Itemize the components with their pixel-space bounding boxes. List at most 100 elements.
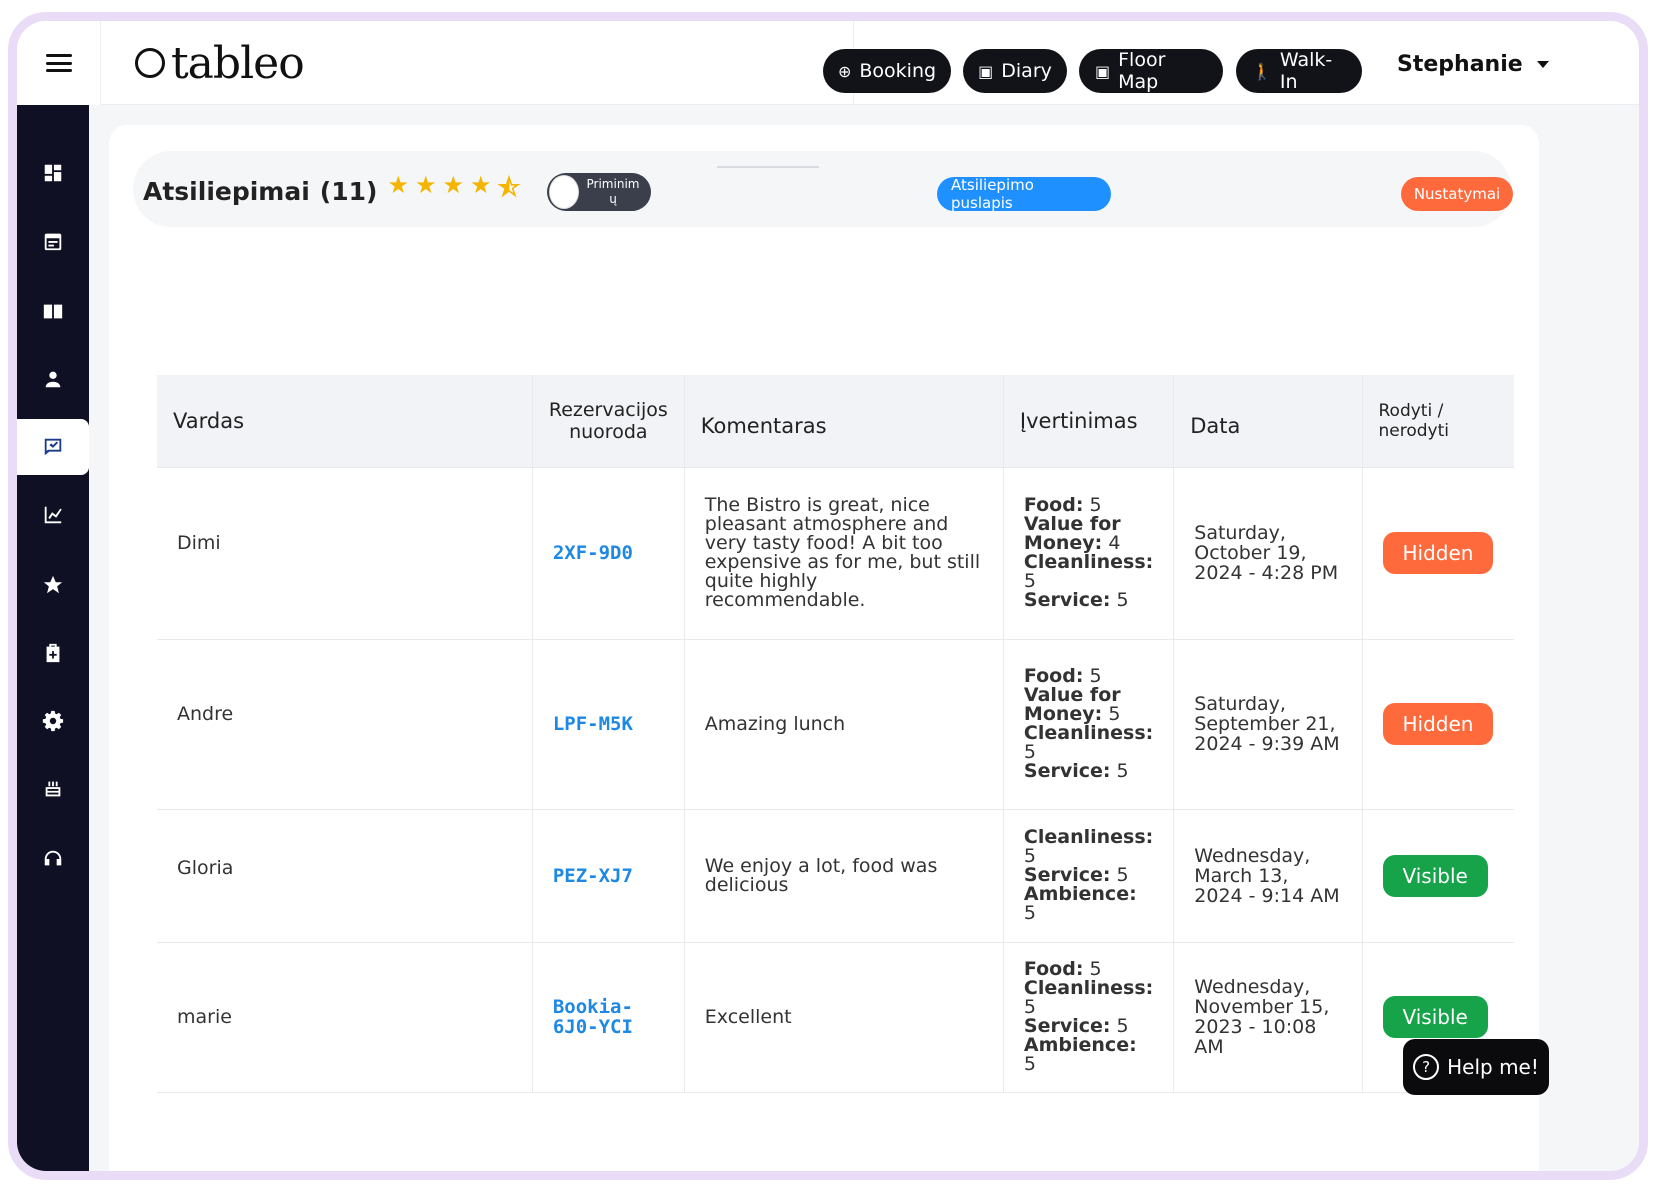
sidebar-item-events[interactable]	[17, 761, 89, 817]
help-button-label: Help me!	[1447, 1055, 1539, 1079]
rating-label: Cleanliness:	[1023, 722, 1154, 744]
reservation-link[interactable]: 2XF-9D0	[553, 542, 633, 564]
table-row: Andre LPF-M5K Amazing lunch Food: 5 Valu…	[157, 639, 1514, 810]
gear-icon	[42, 710, 64, 732]
review-comment: Amazing lunch	[684, 639, 1004, 810]
visibility-toggle-button[interactable]: Hidden	[1382, 532, 1494, 574]
visibility-toggle-button[interactable]: Hidden	[1382, 703, 1494, 745]
review-date: Wednesday, March 13, 2024 - 9:14 AM	[1173, 809, 1363, 943]
hamburger-icon	[45, 54, 72, 72]
review-date: Saturday, September 21, 2024 - 9:39 AM	[1173, 639, 1363, 810]
diary-button[interactable]: ▣ Diary	[963, 49, 1067, 93]
column-header-comment: Komentaras	[684, 375, 1004, 468]
rating-label: Value for Money:	[1023, 684, 1121, 725]
reviewer-name: Gloria	[157, 809, 533, 943]
calendar-icon: ▣	[1095, 61, 1111, 81]
review-ratings: Cleanliness: 5 Service: 5 Ambience: 5	[1003, 809, 1175, 943]
page-title: Atsiliepimai (11) ★ ★ ★ ★ ⯪	[143, 171, 520, 212]
reservation-link[interactable]: LPF-M5K	[553, 713, 633, 735]
walking-icon: 🚶	[1252, 61, 1272, 81]
review-comment: The Bistro is great, nice pleasant atmos…	[684, 467, 1004, 640]
review-ratings: Food: 5 Cleanliness: 5 Service: 5 Ambien…	[1003, 942, 1175, 1093]
rating-label: Cleanliness:	[1023, 826, 1154, 848]
star-icon: ★	[442, 171, 464, 199]
booking-button[interactable]: ⊕ Booking	[823, 49, 951, 93]
user-menu[interactable]: Stephanie	[1397, 49, 1549, 79]
rating-label: Service:	[1023, 760, 1111, 782]
reviewer-name: Andre	[157, 639, 533, 810]
sidebar-item-dashboard[interactable]	[17, 145, 89, 201]
visibility-toggle-button[interactable]: Visible	[1382, 996, 1488, 1038]
app-frame: tableo ⊕ Booking ▣ Diary ▣ Floor Map 🚶 W…	[8, 12, 1648, 1180]
rating-value: 5	[1116, 760, 1129, 782]
diary-button-label: Diary	[1001, 60, 1052, 82]
floor-map-button[interactable]: ▣ Floor Map	[1079, 49, 1223, 93]
chart-icon	[44, 506, 62, 524]
sidebar-item-guests[interactable]	[17, 351, 89, 407]
rating-value: 5	[1116, 589, 1129, 611]
reviews-table: Vardas Rezervacijos nuoroda Komentaras Į…	[157, 375, 1514, 1093]
logo-ring-icon	[135, 48, 165, 78]
star-icon	[43, 575, 63, 594]
sidebar-item-reports[interactable]	[17, 487, 89, 543]
rating-label: Cleanliness:	[1023, 977, 1154, 999]
visibility-toggle-button[interactable]: Visible	[1382, 854, 1488, 897]
reviewer-name: Dimi	[157, 467, 533, 640]
reservation-link[interactable]: PEZ-XJ7	[553, 865, 633, 887]
dashboard-icon	[44, 164, 62, 182]
help-button[interactable]: ? Help me!	[1403, 1039, 1549, 1095]
sidebar-item-book[interactable]	[17, 283, 89, 339]
settings-button[interactable]: Nustatymai	[1401, 177, 1513, 211]
logo-text: tableo	[171, 37, 305, 89]
user-name: Stephanie	[1397, 51, 1523, 77]
user-icon	[45, 371, 61, 388]
book-icon	[43, 304, 63, 319]
menu-toggle-button[interactable]	[17, 21, 101, 105]
walk-in-button-label: Walk-In	[1279, 49, 1333, 93]
booking-button-label: Booking	[859, 60, 937, 82]
rating-stars: ★ ★ ★ ★ ⯪	[387, 171, 520, 212]
table-row: Dimi 2XF-9D0 The Bistro is great, nice p…	[157, 467, 1514, 640]
tableo-logo: tableo	[135, 37, 305, 89]
sidebar-item-feedback[interactable]	[17, 419, 89, 475]
reminders-toggle[interactable]: Priminim ų	[547, 173, 651, 211]
calendar-icon	[44, 233, 62, 251]
rating-label: Ambience:	[1023, 1034, 1137, 1056]
review-ratings: Food: 5 Value for Money: 5 Cleanliness: …	[1003, 639, 1175, 810]
star-icon: ★	[414, 171, 437, 199]
toggle-knob	[549, 175, 579, 209]
question-icon: ?	[1413, 1054, 1440, 1080]
sidebar-item-gift-cards[interactable]	[17, 625, 89, 681]
rating-value: 5	[1023, 1053, 1036, 1075]
sidebar-item-settings[interactable]	[17, 693, 89, 749]
reviewer-name: marie	[157, 942, 533, 1093]
reviews-page-button[interactable]: Atsiliepimo puslapis	[937, 176, 1111, 212]
column-header-name: Vardas	[157, 375, 533, 468]
cake-icon	[45, 781, 61, 797]
sidebar-item-reviews[interactable]	[17, 557, 89, 613]
top-header: tableo ⊕ Booking ▣ Diary ▣ Floor Map 🚶 W…	[17, 21, 1639, 105]
gift-card-icon	[46, 643, 60, 663]
rating-label: Value for Money:	[1023, 513, 1121, 554]
star-half-icon: ⯪	[497, 174, 521, 202]
review-comment: We enjoy a lot, food was delicious	[684, 809, 1004, 943]
calendar-icon: ▣	[978, 61, 994, 81]
toolbar-divider	[717, 166, 819, 168]
table-header-row: Vardas Rezervacijos nuoroda Komentaras Į…	[157, 375, 1514, 468]
column-header-visibility: Rodyti / nerodyti	[1362, 375, 1514, 468]
page-title-text: Atsiliepimai	[143, 177, 310, 206]
sidebar-item-support[interactable]	[17, 831, 89, 887]
review-count: (11)	[319, 177, 378, 206]
reservation-link[interactable]: Bookia-6J0-YCI	[553, 997, 653, 1037]
headphones-icon	[44, 850, 62, 866]
floor-map-button-label: Floor Map	[1118, 49, 1166, 93]
feedback-icon	[44, 438, 62, 456]
rating-value: 5	[1023, 902, 1036, 924]
column-header-rating: Įvertinimas	[1003, 375, 1175, 468]
sidebar-item-calendar[interactable]	[17, 213, 89, 269]
review-ratings: Food: 5 Value for Money: 4 Cleanliness: …	[1003, 467, 1175, 640]
star-icon: ★	[470, 171, 492, 199]
walk-in-button[interactable]: 🚶 Walk-In	[1236, 49, 1362, 93]
column-header-date: Data	[1173, 375, 1363, 468]
review-comment: Excellent	[684, 942, 1004, 1093]
